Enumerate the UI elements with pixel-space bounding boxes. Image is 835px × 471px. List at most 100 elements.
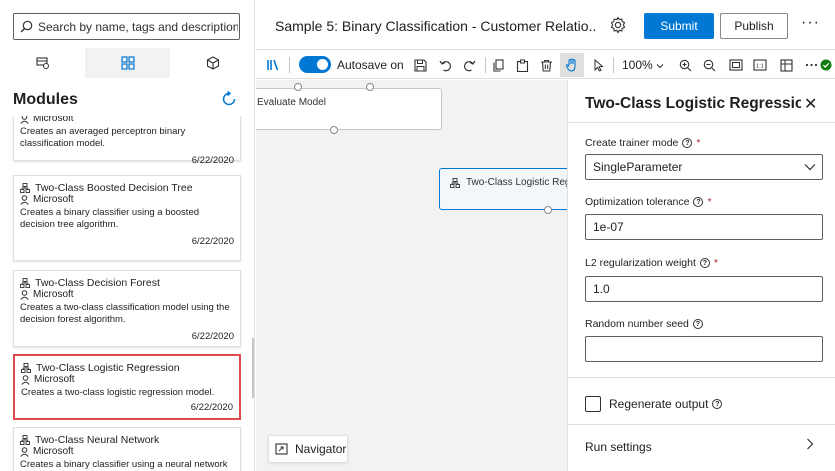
more-icon (805, 63, 817, 67)
module-publisher: Microsoft (33, 446, 74, 457)
module-date: 6/22/2020 (191, 236, 234, 247)
save-icon (413, 58, 427, 72)
module-date: 6/22/2020 (190, 402, 233, 413)
trainer-mode-select[interactable]: SingleParameter (585, 154, 823, 180)
chevron-right-icon[interactable] (806, 438, 814, 450)
chevron-down-icon (804, 164, 816, 171)
module-description: Creates a binary classifier using a neur… (20, 459, 228, 470)
node-input-port[interactable] (366, 83, 374, 91)
help-icon[interactable]: ? (699, 258, 710, 268)
module-tree-icon (20, 183, 30, 193)
l2-regularization-input[interactable] (593, 282, 813, 296)
minimap-icon (779, 58, 793, 72)
redo-button[interactable] (460, 56, 478, 74)
random-seed-label: Random number seed ? (585, 318, 703, 330)
node-input-port[interactable] (294, 83, 302, 91)
module-card[interactable]: Two-Class Neural Network Microsoft Creat… (13, 427, 241, 471)
trainer-mode-label: Create trainer mode ? * (585, 137, 700, 149)
gear-icon[interactable] (609, 16, 627, 34)
regenerate-output-checkbox[interactable] (585, 396, 601, 412)
run-settings-label[interactable]: Run settings (585, 440, 652, 454)
autosave-label: Autosave on (337, 58, 404, 72)
module-card[interactable]: Microsoft Creates an averaged perceptron… (13, 116, 241, 166)
modules-panel: Modules Microsoft Creates an averaged pe… (0, 0, 255, 471)
random-seed-field[interactable] (585, 336, 823, 362)
person-icon (20, 195, 29, 205)
person-icon (20, 116, 29, 124)
optimization-tolerance-field[interactable] (585, 214, 823, 240)
module-card-selected[interactable]: Two-Class Logistic Regression Microsoft … (13, 354, 241, 420)
field-label-text: Create trainer mode (585, 137, 679, 149)
module-tree-icon (450, 178, 460, 188)
tab-packages[interactable] (170, 48, 254, 78)
undo-icon (439, 60, 451, 71)
copy-button[interactable] (489, 56, 507, 74)
paste-icon (516, 59, 528, 72)
module-card[interactable]: Two-Class Decision Forest Microsoft Crea… (13, 270, 241, 347)
module-list: Microsoft Creates an averaged perceptron… (0, 116, 250, 471)
pipeline-header: Sample 5: Binary Classification - Custom… (256, 0, 835, 50)
module-name: Two-Class Decision Forest (35, 277, 160, 289)
search-input[interactable] (38, 19, 238, 34)
help-icon[interactable]: ? (692, 319, 703, 329)
l2-regularization-field[interactable] (585, 276, 823, 302)
zoom-in-icon (679, 59, 691, 71)
divider (568, 377, 835, 378)
minimap-button[interactable] (777, 56, 795, 74)
optimization-tolerance-label: Optimization tolerance ? * (585, 196, 712, 208)
save-button[interactable] (411, 56, 429, 74)
search-icon (20, 20, 33, 33)
canvas-node-two-class-logistic-regression[interactable]: Two-Class Logistic Regr (439, 168, 567, 210)
zoom-out-icon (703, 59, 715, 71)
help-icon[interactable]: ? (712, 399, 723, 409)
toolbar-separator (485, 57, 486, 73)
zoom-dropdown[interactable]: 100% (622, 58, 664, 72)
node-output-port[interactable] (330, 126, 338, 134)
node-output-port[interactable] (544, 206, 552, 214)
checkbox-label-text: Regenerate output (609, 397, 709, 411)
tab-datasets[interactable] (0, 48, 85, 78)
overflow-button[interactable] (802, 56, 820, 74)
refresh-icon[interactable] (220, 90, 238, 108)
actual-size-button[interactable]: 1:1 (751, 56, 769, 74)
properties-title: Two-Class Logistic Regressio... (585, 95, 801, 112)
select-button[interactable] (589, 56, 607, 74)
module-publisher: Microsoft (33, 289, 74, 300)
pipeline-canvas[interactable]: Evaluate Model Two-Class Logistic Regr N… (256, 80, 567, 471)
paste-button[interactable] (513, 56, 531, 74)
zoom-in-button[interactable] (676, 56, 694, 74)
regenerate-output-label: Regenerate output ? (609, 397, 723, 411)
divider (568, 122, 835, 123)
module-card[interactable]: Two-Class Boosted Decision Tree Microsof… (13, 175, 241, 261)
module-search-box[interactable] (13, 13, 240, 40)
autosave-toggle[interactable] (299, 56, 331, 73)
person-icon (20, 290, 29, 300)
zoom-out-button[interactable] (700, 56, 718, 74)
package-icon (206, 56, 219, 70)
module-tree-icon (21, 363, 31, 373)
optimization-tolerance-input[interactable] (593, 220, 813, 234)
canvas-toolbar: Autosave on 100% 1:1 (256, 51, 835, 79)
publish-button[interactable]: Publish (720, 13, 788, 39)
more-options-button[interactable]: ··· (801, 14, 820, 32)
submit-button[interactable]: Submit (644, 13, 714, 39)
delete-button[interactable] (537, 56, 555, 74)
canvas-node-evaluate-model[interactable]: Evaluate Model (256, 88, 442, 130)
module-description: Creates an averaged perceptron binary cl… (20, 126, 186, 149)
library-button[interactable] (264, 56, 282, 74)
node-label: Evaluate Model (257, 97, 326, 108)
tab-modules[interactable] (85, 48, 170, 78)
close-icon[interactable]: ✕ (804, 94, 817, 114)
help-icon[interactable]: ? (682, 138, 693, 148)
pan-button[interactable] (560, 53, 584, 77)
module-properties-panel: Two-Class Logistic Regressio... ✕ Create… (567, 80, 835, 471)
undo-button[interactable] (436, 56, 454, 74)
node-label: Two-Class Logistic Regr (466, 177, 567, 188)
navigator-button[interactable]: Navigator (268, 435, 348, 463)
help-icon[interactable]: ? (693, 197, 704, 207)
fit-to-screen-button[interactable] (727, 56, 745, 74)
random-seed-input[interactable] (593, 342, 813, 356)
field-label-text: Optimization tolerance (585, 196, 690, 208)
svg-text:1:1: 1:1 (756, 64, 764, 70)
module-list-scrollbar[interactable] (252, 338, 254, 398)
